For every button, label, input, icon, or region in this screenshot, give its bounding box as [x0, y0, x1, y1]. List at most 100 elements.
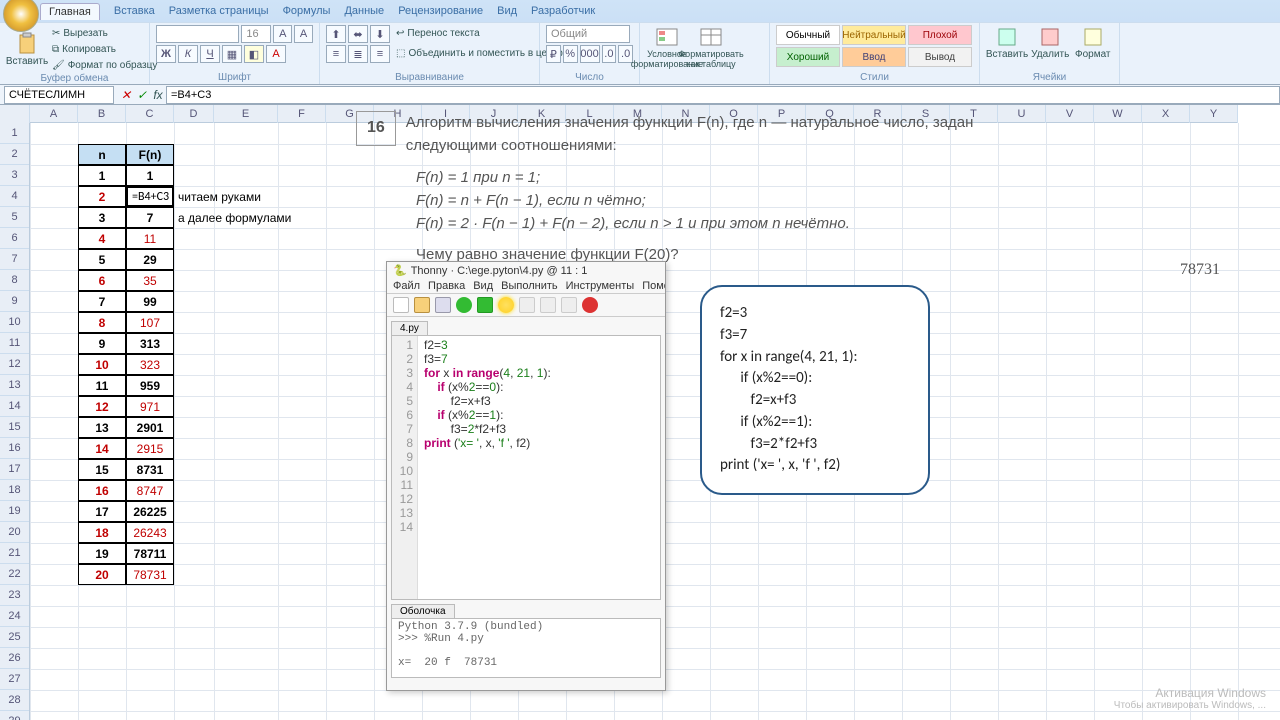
cell-style-5[interactable]: Вывод: [908, 47, 972, 67]
cell[interactable]: =B4+C3: [126, 186, 174, 207]
cancel-formula[interactable]: ✕: [118, 88, 134, 102]
cell[interactable]: 107: [126, 312, 174, 333]
row-header-14[interactable]: 14: [0, 396, 29, 417]
accept-formula[interactable]: ✓: [134, 88, 150, 102]
row-header-18[interactable]: 18: [0, 480, 29, 501]
name-box[interactable]: СЧЁТЕСЛИМН: [4, 86, 114, 104]
cell[interactable]: 20: [78, 564, 126, 585]
row-header-5[interactable]: 5: [0, 207, 29, 228]
debug-icon[interactable]: [477, 297, 493, 313]
row-header-8[interactable]: 8: [0, 270, 29, 291]
cell[interactable]: 1: [126, 165, 174, 186]
cell[interactable]: читаем руками: [174, 186, 354, 207]
percent-button[interactable]: %: [563, 45, 578, 63]
cell[interactable]: 959: [126, 375, 174, 396]
cell[interactable]: 7: [126, 207, 174, 228]
thonny-menu-item[interactable]: Вид: [473, 280, 493, 292]
cell-style-4[interactable]: Ввод: [842, 47, 906, 67]
row-header-19[interactable]: 19: [0, 501, 29, 522]
row-header-12[interactable]: 12: [0, 354, 29, 375]
row-header-15[interactable]: 15: [0, 417, 29, 438]
thonny-code[interactable]: 1 2 3 4 5 6 7 8 9 10 11 12 13 14 f2=3 f3…: [391, 335, 661, 600]
font-family-select[interactable]: [156, 25, 239, 43]
cell-style-3[interactable]: Хороший: [776, 47, 840, 67]
shrink-font-button[interactable]: A: [294, 25, 313, 43]
cell[interactable]: 323: [126, 354, 174, 375]
cell[interactable]: 6: [78, 270, 126, 291]
underline-button[interactable]: Ч: [200, 45, 220, 63]
cell[interactable]: 35: [126, 270, 174, 291]
cell[interactable]: 2901: [126, 417, 174, 438]
ribbon-tab-1[interactable]: Вставка: [114, 5, 155, 17]
col-header-X[interactable]: X: [1142, 105, 1190, 123]
row-header-6[interactable]: 6: [0, 228, 29, 249]
paste-button[interactable]: Вставить: [6, 25, 48, 73]
row-header-27[interactable]: 27: [0, 669, 29, 690]
ribbon-tab-3[interactable]: Формулы: [283, 5, 331, 17]
col-header-D[interactable]: D: [174, 105, 214, 123]
new-file-icon[interactable]: [393, 297, 409, 313]
cell[interactable]: 99: [126, 291, 174, 312]
ribbon-tab-6[interactable]: Вид: [497, 5, 517, 17]
row-header-1[interactable]: 1: [0, 123, 29, 144]
cell[interactable]: 1: [78, 165, 126, 186]
cell[interactable]: 5: [78, 249, 126, 270]
cell[interactable]: 14: [78, 438, 126, 459]
fx-button[interactable]: fx: [150, 88, 166, 102]
row-header-22[interactable]: 22: [0, 564, 29, 585]
resume-icon[interactable]: [561, 297, 577, 313]
align-bottom[interactable]: ⬇: [370, 25, 390, 43]
row-header-4[interactable]: 4: [0, 186, 29, 207]
run-icon[interactable]: [456, 297, 472, 313]
cell-style-1[interactable]: Нейтральный: [842, 25, 906, 45]
format-cells-button[interactable]: Формат: [1073, 25, 1114, 60]
cut-button[interactable]: ✂Вырезать: [52, 25, 157, 41]
cell[interactable]: 313: [126, 333, 174, 354]
currency-button[interactable]: ₽: [546, 45, 561, 63]
cell[interactable]: n: [78, 144, 126, 165]
align-left[interactable]: ≡: [326, 45, 346, 63]
cell[interactable]: 78711: [126, 543, 174, 564]
cell[interactable]: F(n): [126, 144, 174, 165]
cell[interactable]: 7: [78, 291, 126, 312]
delete-cells-button[interactable]: Удалить: [1030, 25, 1071, 60]
thonny-menu-item[interactable]: Выполнить: [501, 280, 557, 292]
col-header-A[interactable]: A: [30, 105, 78, 123]
cell[interactable]: 4: [78, 228, 126, 249]
font-color-button[interactable]: A: [266, 45, 286, 63]
cell[interactable]: 26225: [126, 501, 174, 522]
number-format-select[interactable]: Общий: [546, 25, 630, 43]
align-middle[interactable]: ⬌: [348, 25, 368, 43]
ribbon-tab-5[interactable]: Рецензирование: [398, 5, 483, 17]
cell[interactable]: 15: [78, 459, 126, 480]
worksheet[interactable]: ABCDEFGHIJKLMNOPQRSTUVWXY 12345678910111…: [0, 105, 1280, 720]
cell[interactable]: 18: [78, 522, 126, 543]
cell[interactable]: 17: [78, 501, 126, 522]
step-into-icon[interactable]: [519, 297, 535, 313]
cell[interactable]: 9: [78, 333, 126, 354]
ribbon-tab-0[interactable]: Главная: [40, 3, 100, 20]
align-right[interactable]: ≡: [370, 45, 390, 63]
grow-font-button[interactable]: A: [273, 25, 292, 43]
save-file-icon[interactable]: [435, 297, 451, 313]
cell[interactable]: а далее формулами: [174, 207, 354, 228]
thonny-shell-tab[interactable]: Оболочка: [391, 604, 455, 618]
row-header-16[interactable]: 16: [0, 438, 29, 459]
col-header-E[interactable]: E: [214, 105, 278, 123]
row-header-23[interactable]: 23: [0, 585, 29, 606]
row-header-21[interactable]: 21: [0, 543, 29, 564]
thonny-menu-item[interactable]: Файл: [393, 280, 420, 292]
cell[interactable]: 10: [78, 354, 126, 375]
row-header-7[interactable]: 7: [0, 249, 29, 270]
cell[interactable]: 26243: [126, 522, 174, 543]
step-out-icon[interactable]: [540, 297, 556, 313]
thonny-file-tab[interactable]: 4.py: [391, 321, 428, 335]
cell[interactable]: 29: [126, 249, 174, 270]
row-header-17[interactable]: 17: [0, 459, 29, 480]
row-header-11[interactable]: 11: [0, 333, 29, 354]
inc-decimal[interactable]: .0: [602, 45, 617, 63]
col-header-F[interactable]: F: [278, 105, 326, 123]
thonny-window[interactable]: 🐍 Thonny · C:\ege.pyton\4.py @ 11 : 1 Фа…: [386, 261, 666, 691]
thonny-menu-item[interactable]: Правка: [428, 280, 465, 292]
row-header-28[interactable]: 28: [0, 690, 29, 711]
